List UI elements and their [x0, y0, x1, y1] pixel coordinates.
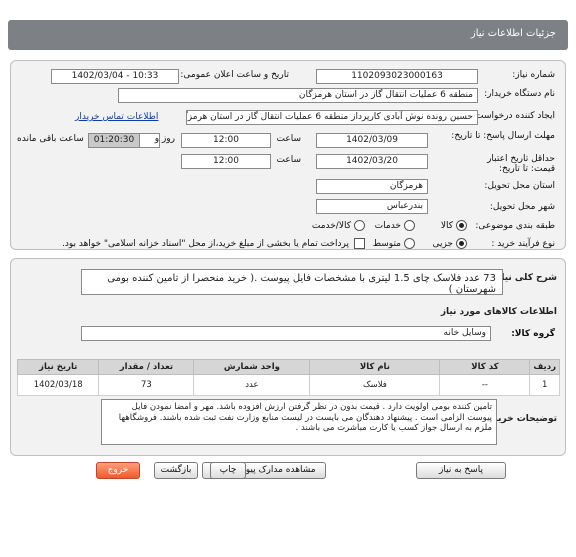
need-description-field: 73 عدد فلاسک چای 1.5 لیتری با مشخصات فای…: [81, 269, 503, 295]
deadline-time-label: ساعت: [276, 134, 302, 144]
buyer-contact-link[interactable]: اطلاعات تماس خریدار: [75, 112, 158, 122]
goods-info-title: اطلاعات کالاهای مورد نیاز: [440, 307, 557, 317]
deadline-label: مهلت ارسال پاسخ: تا تاریخ:: [451, 131, 555, 141]
need-info-panel: شماره نیاز: 1102093023000163 تاریخ و ساع…: [10, 60, 566, 250]
announce-date-label: تاریخ و ساعت اعلان عمومی:: [180, 70, 289, 80]
buyer-field: منطقه 6 عملیات انتقال گاز در استان هرمزگ…: [118, 88, 478, 103]
header-bar: جزئیات اطلاعات نیاز: [8, 20, 568, 50]
table-row: 1 -- فلاسک عدد 73 1402/03/18: [16, 374, 560, 396]
announce-date-field: 1402/03/04 - 10:33: [51, 69, 179, 84]
cell-unit: عدد: [193, 374, 311, 396]
exit-button[interactable]: خروج: [96, 462, 140, 479]
treasury-payment-checkbox[interactable]: [354, 238, 365, 249]
province-field: هرمزگان: [316, 179, 428, 194]
page-title: جزئیات اطلاعات نیاز: [470, 28, 556, 39]
process-label: نوع فرآیند خرید :: [491, 239, 555, 249]
process-radio-minor[interactable]: [456, 238, 467, 249]
buyer-notes-field: تامین کننده بومی اولویت دارد . قیمت بدون…: [101, 399, 497, 445]
validity-time-field: 12:00: [181, 154, 271, 169]
category-radio-goods-services[interactable]: [354, 220, 365, 231]
col-code: کد کالا: [439, 359, 531, 375]
process-option-medium: متوسط: [372, 239, 401, 249]
col-row: ردیف: [529, 359, 560, 375]
category-radio-services[interactable]: [404, 220, 415, 231]
validity-date-field: 1402/03/20: [316, 154, 428, 169]
requester-field: حسین رونده نوش آبادی کارپرداز منطقه 6 عم…: [186, 110, 478, 125]
need-details-panel: شرح کلی نیاز: 73 عدد فلاسک چای 1.5 لیتری…: [10, 258, 566, 456]
col-need-date: تاریخ نیاز: [16, 359, 100, 375]
category-option-goods-services: کالا/خدمت: [311, 221, 351, 231]
deadline-time-field: 12:00: [181, 133, 271, 148]
time-remaining-label: ساعت باقی مانده: [17, 134, 84, 144]
deadline-date-field: 1402/03/09: [316, 133, 428, 148]
cell-need-date: 1402/03/18: [16, 374, 100, 396]
goods-table-header: ردیف کد کالا نام کالا واحد شمارش تعداد /…: [16, 359, 560, 375]
col-unit: واحد شمارش: [193, 359, 311, 375]
goods-group-label: گروه کالا:: [511, 329, 555, 339]
category-label: طبقه بندی موضوعی:: [475, 221, 555, 231]
process-option-minor: جزیی: [432, 239, 453, 249]
print-button[interactable]: چاپ: [210, 462, 246, 479]
city-field: بندرعباس: [316, 199, 428, 214]
validity-time-label: ساعت: [276, 155, 302, 165]
days-label: روز و: [154, 134, 175, 144]
col-name: نام کالا: [309, 359, 441, 375]
reply-button[interactable]: پاسخ به نیاز: [416, 462, 506, 479]
city-label: شهر محل تحویل:: [489, 202, 555, 212]
category-option-services: خدمات: [374, 221, 401, 231]
province-label: استان محل تحویل:: [484, 181, 555, 191]
requester-label: ایجاد کننده درخواست:: [472, 111, 555, 121]
cell-code: --: [439, 374, 531, 396]
category-option-goods: کالا: [440, 221, 453, 231]
col-qty: تعداد / مقدار: [98, 359, 195, 375]
need-number-label: شماره نیاز:: [512, 70, 555, 80]
cell-name: فلاسک: [309, 374, 441, 396]
buyer-label: نام دستگاه خریدار:: [484, 89, 555, 99]
process-radio-medium[interactable]: [404, 238, 415, 249]
category-radio-goods[interactable]: [456, 220, 467, 231]
validity-label: حداقل تاریخ اعتبار قیمت: تا تاریخ:: [487, 154, 555, 174]
goods-table: ردیف کد کالا نام کالا واحد شمارش تعداد /…: [16, 359, 560, 396]
cell-qty: 73: [98, 374, 195, 396]
need-number-field: 1102093023000163: [316, 69, 478, 84]
time-remaining-field: 01:20:30: [88, 133, 140, 148]
back-button[interactable]: بازگشت: [154, 462, 198, 479]
treasury-payment-note: پرداخت تمام یا بخشی از مبلغ خرید،از محل …: [61, 239, 349, 249]
cell-row: 1: [529, 374, 560, 396]
goods-group-field: وسایل خانه: [81, 326, 491, 341]
